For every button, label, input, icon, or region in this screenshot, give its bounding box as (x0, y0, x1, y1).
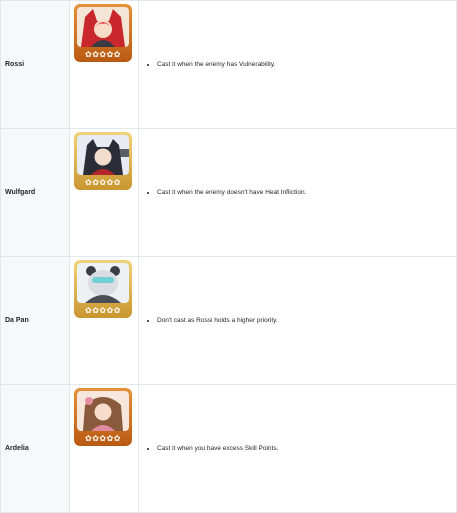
tip-item: Cast it when the enemy has Vulnerability… (157, 60, 456, 69)
portrait-art (77, 263, 129, 303)
name-cell: Ardelia (0, 384, 70, 513)
character-name: Ardelia (5, 445, 29, 452)
portrait-cell: ✿✿✿✿✿ (69, 384, 139, 513)
tip-list: Cast it when the enemy doesn't have Heat… (139, 188, 456, 197)
stars-row: ✿✿✿✿✿ (84, 178, 121, 187)
ardelia-portrait-icon[interactable]: ✿✿✿✿✿ (74, 388, 132, 446)
table-row: Wulfgard ✿✿✿✿✿ • Cast it when the enemy … (0, 128, 457, 257)
tip-cell: Cast it when the enemy doesn't have Heat… (138, 128, 457, 257)
name-cell: Wulfgard (0, 128, 70, 257)
portrait-art (77, 391, 129, 431)
character-name: Rossi (5, 61, 25, 68)
da-pan-portrait-icon[interactable]: ✿✿✿✿✿ (74, 260, 132, 318)
portrait-cell: ✿✿✿✿✿ (69, 128, 139, 257)
table-row: Ardelia ✿✿✿✿✿ • Cast it when you have ex… (0, 384, 457, 513)
tip-item: Cast it when you have excess Skill Point… (157, 444, 456, 453)
name-cell: Da Pan (0, 256, 70, 385)
tip-list: Cast it when the enemy has Vulnerability… (139, 60, 456, 69)
table-row: Da Pan ✿✿✿✿✿ • Don't cast as Rossi holds… (0, 256, 457, 385)
tip-item: Cast it when the enemy doesn't have Heat… (157, 188, 456, 197)
stars-row: ✿✿✿✿✿ (84, 306, 121, 315)
wulfgard-portrait-icon[interactable]: ✿✿✿✿✿ (74, 132, 132, 190)
character-name: Da Pan (5, 317, 29, 324)
tip-cell: Don't cast as Rossi holds a higher prior… (138, 256, 457, 385)
tip-list: Don't cast as Rossi holds a higher prior… (139, 316, 456, 325)
portrait-art (77, 7, 129, 47)
portrait-art (77, 135, 129, 175)
stars-row: ✿✿✿✿✿ (84, 50, 121, 59)
character-table: Rossi ✿✿✿✿✿ • Cast it when the enemy has… (0, 0, 457, 513)
portrait-cell: ✿✿✿✿✿ (69, 0, 139, 129)
stars-row: ✿✿✿✿✿ (84, 434, 121, 443)
portrait-cell: ✿✿✿✿✿ (69, 256, 139, 385)
name-cell: Rossi (0, 0, 70, 129)
tip-cell: Cast it when you have excess Skill Point… (138, 384, 457, 513)
rossi-portrait-icon[interactable]: ✿✿✿✿✿ (74, 4, 132, 62)
tip-cell: Cast it when the enemy has Vulnerability… (138, 0, 457, 129)
table-row: Rossi ✿✿✿✿✿ • Cast it when the enemy has… (0, 0, 457, 129)
tip-item: Don't cast as Rossi holds a higher prior… (157, 316, 456, 325)
character-name: Wulfgard (5, 189, 36, 196)
tip-list: Cast it when you have excess Skill Point… (139, 444, 456, 453)
